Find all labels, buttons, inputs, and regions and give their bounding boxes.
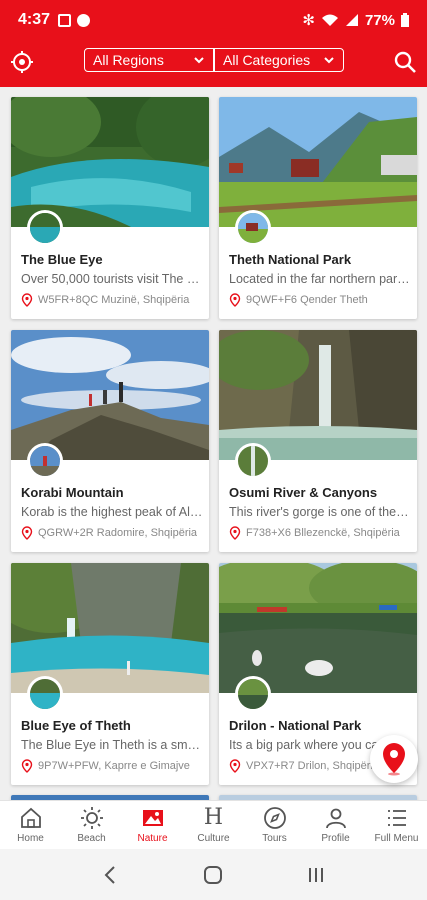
- nav-profile-label: Profile: [321, 833, 350, 844]
- place-photo: [11, 97, 209, 227]
- nav-nature-label: Nature: [137, 833, 168, 844]
- regions-dropdown-label: All Regions: [93, 52, 164, 68]
- place-avatar: [235, 210, 271, 246]
- places-grid: The Blue Eye Over 50,000 tourists visit …: [0, 87, 427, 800]
- nav-culture-label: Culture: [197, 833, 230, 844]
- place-title: Drilon - National Park: [229, 718, 362, 733]
- system-nav-bar: [0, 849, 427, 900]
- person-icon: [325, 808, 346, 829]
- place-photo: [219, 563, 417, 693]
- bottom-nav: Home Beach Nature H Culture Tours Profil…: [0, 800, 427, 849]
- place-title: The Blue Eye: [21, 252, 103, 267]
- app-header: All Regions All Categories: [0, 40, 427, 87]
- wifi-icon: [321, 14, 338, 26]
- signal-icon: [345, 14, 358, 26]
- bluetooth-icon: ✻: [302, 12, 315, 29]
- home-button-icon[interactable]: [201, 863, 225, 887]
- battery-icon: [401, 13, 409, 27]
- chevron-down-icon: [194, 57, 204, 64]
- place-address-text: QGRW+2R Radomire, Shqipëria: [38, 527, 198, 539]
- sun-icon: [80, 807, 103, 829]
- locate-icon[interactable]: [10, 50, 34, 74]
- place-photo: [219, 330, 417, 460]
- list-icon: [387, 810, 406, 826]
- place-card[interactable]: Korabi Mountain Korab is the highest pea…: [11, 330, 209, 552]
- notification-icons: [58, 13, 91, 27]
- nav-beach-label: Beach: [77, 833, 106, 844]
- nav-full-menu-label: Full Menu: [374, 833, 419, 844]
- place-address-text: W5FR+8QC Muzinë, Shqipëria: [38, 294, 190, 306]
- place-photo: [11, 563, 209, 693]
- nav-nature[interactable]: Nature: [122, 801, 183, 849]
- nav-culture[interactable]: H Culture: [183, 801, 244, 849]
- status-time: 4:37: [18, 11, 51, 28]
- map-pin-icon: [383, 743, 405, 776]
- chevron-down-icon: [324, 57, 334, 64]
- status-right: ✻ 77%: [302, 11, 409, 29]
- place-card[interactable]: Blue Eye of Theth The Blue Eye in Theth …: [11, 563, 209, 785]
- location-pin-icon: [229, 293, 241, 307]
- place-title: Theth National Park: [229, 252, 352, 267]
- recents-icon[interactable]: [304, 863, 328, 887]
- place-title: Korabi Mountain: [21, 485, 124, 500]
- nav-full-menu[interactable]: Full Menu: [366, 801, 427, 849]
- place-avatar: [27, 443, 63, 479]
- place-photo: [11, 330, 209, 460]
- gallery-notification-icon: [58, 13, 72, 27]
- home-icon: [20, 807, 41, 828]
- nav-profile[interactable]: Profile: [305, 801, 366, 849]
- place-avatar: [235, 676, 271, 712]
- place-photo: [219, 97, 417, 227]
- place-description: Located in the far northern part of Alba…: [229, 272, 411, 286]
- place-description: This river's gorge is one of the most sp…: [229, 505, 411, 519]
- place-address: 9QWF+F6 Qender Theth: [229, 293, 411, 307]
- place-description: The Blue Eye in Theth is a small lake: [21, 738, 203, 752]
- nav-beach[interactable]: Beach: [61, 801, 122, 849]
- screen: 4:37 ✻ 77% All Regions All Categories Th…: [0, 0, 427, 900]
- place-card[interactable]: The Blue Eye Over 50,000 tourists visit …: [11, 97, 209, 319]
- status-bar: 4:37 ✻ 77%: [0, 0, 427, 40]
- location-pin-icon: [21, 293, 33, 307]
- nav-home[interactable]: Home: [0, 801, 61, 849]
- app-notification-icon: [77, 13, 91, 27]
- place-address-text: F738+X6 Bllezenckë, Shqipëria: [246, 527, 400, 539]
- regions-dropdown[interactable]: All Regions: [84, 48, 214, 72]
- place-avatar: [235, 443, 271, 479]
- categories-dropdown-label: All Categories: [223, 52, 311, 68]
- image-icon: [142, 810, 163, 826]
- place-address-text: 9QWF+F6 Qender Theth: [246, 294, 368, 306]
- filter-bar: All Regions All Categories: [84, 48, 344, 72]
- place-card[interactable]: Theth National Park Located in the far n…: [219, 97, 417, 319]
- categories-dropdown[interactable]: All Categories: [214, 48, 344, 72]
- place-card[interactable]: Osumi River & Canyons This river's gorge…: [219, 330, 417, 552]
- battery-percent: 77%: [364, 11, 395, 29]
- place-address-text: 9P7W+PFW, Kaprre e Gimajve: [38, 760, 190, 772]
- nav-tours-label: Tours: [262, 833, 287, 844]
- place-address: 9P7W+PFW, Kaprre e Gimajve: [21, 759, 203, 773]
- place-title: Blue Eye of Theth: [21, 718, 131, 733]
- h-letter-icon: H: [203, 805, 224, 830]
- place-avatar: [27, 676, 63, 712]
- nav-tours[interactable]: Tours: [244, 801, 305, 849]
- location-pin-icon: [229, 759, 241, 773]
- place-address: F738+X6 Bllezenckë, Shqipëria: [229, 526, 411, 540]
- place-avatar: [27, 210, 63, 246]
- place-address-text: VPX7+R7 Drilon, Shqipëria: [246, 760, 379, 772]
- map-fab-button[interactable]: [370, 735, 418, 783]
- place-description: Over 50,000 tourists visit The Blue Eye …: [21, 272, 203, 286]
- place-description: Korab is the highest peak of Albania: [21, 505, 203, 519]
- back-chevron-icon[interactable]: [99, 863, 123, 887]
- location-pin-icon: [229, 526, 241, 540]
- location-pin-icon: [21, 759, 33, 773]
- place-address: W5FR+8QC Muzinë, Shqipëria: [21, 293, 203, 307]
- nav-home-label: Home: [17, 833, 44, 844]
- place-address: QGRW+2R Radomire, Shqipëria: [21, 526, 203, 540]
- location-pin-icon: [21, 526, 33, 540]
- search-icon[interactable]: [393, 50, 417, 74]
- place-title: Osumi River & Canyons: [229, 485, 378, 500]
- compass-icon: [263, 807, 286, 829]
